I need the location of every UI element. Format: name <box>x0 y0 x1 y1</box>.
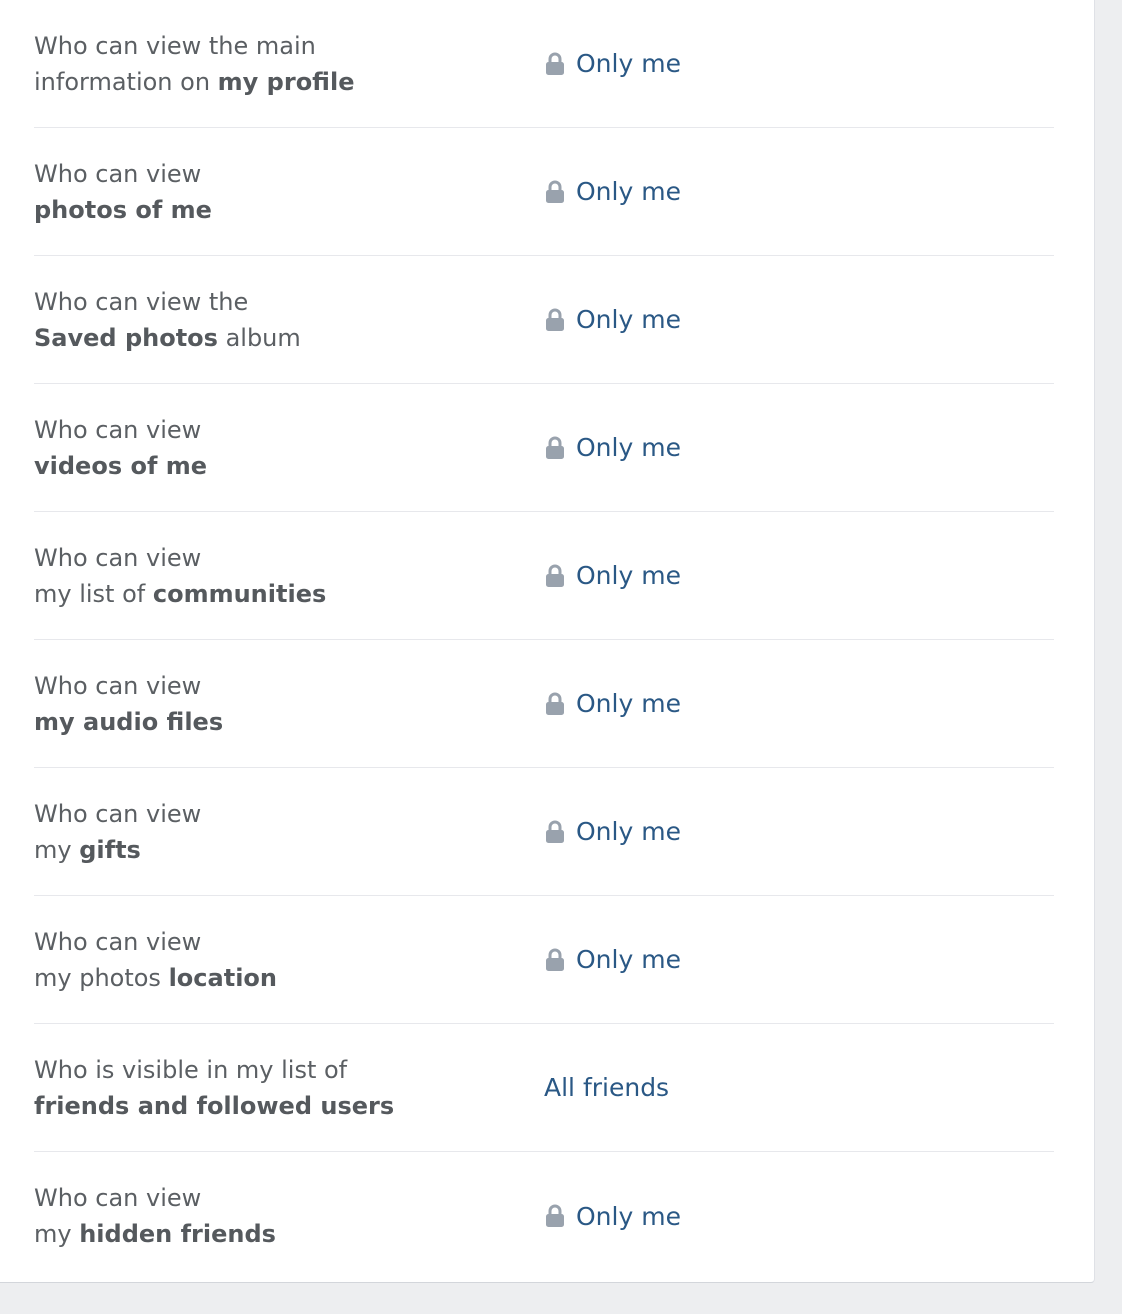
setting-label: Who can view the main information on my … <box>34 28 494 100</box>
setting-label-line2: my photos location <box>34 960 494 996</box>
privacy-value: Only me <box>576 1201 681 1231</box>
setting-row-main-info: Who can view the main information on my … <box>34 0 1054 128</box>
setting-row-audio-files: Who can view my audio files Only me <box>34 640 1054 768</box>
lock-icon <box>546 180 564 203</box>
setting-label: Who can view my photos location <box>34 924 494 996</box>
lock-icon <box>546 948 564 971</box>
setting-row-photos-of-me: Who can view photos of me Only me <box>34 128 1054 256</box>
setting-label-line1: Who can view the main <box>34 31 316 60</box>
setting-label: Who can view photos of me <box>34 156 494 228</box>
privacy-settings-panel: Who can view the main information on my … <box>0 0 1095 1283</box>
setting-label-line2: my audio files <box>34 704 494 740</box>
privacy-value: Only me <box>576 689 681 718</box>
setting-label-text: my photos <box>34 963 169 992</box>
setting-label-emphasis: friends and followed users <box>34 1091 395 1120</box>
setting-label-emphasis: my profile <box>217 67 355 96</box>
setting-label-suffix: album <box>217 323 301 352</box>
setting-row-hidden-friends: Who can view my hidden friends Only me <box>34 1152 1054 1280</box>
setting-label-line1: Who can view the <box>34 287 249 316</box>
lock-icon <box>546 1204 564 1227</box>
setting-label-line1: Who can view <box>34 159 202 188</box>
lock-icon <box>546 308 564 331</box>
setting-label-text: my <box>34 1220 80 1248</box>
privacy-dropdown-photos-location[interactable]: Only me <box>544 940 681 980</box>
lock-icon <box>546 820 564 843</box>
setting-label-line1: Who can view <box>34 415 202 444</box>
setting-label-line1: Who can view <box>34 799 202 828</box>
setting-label-line2: information on my profile <box>34 64 494 100</box>
setting-label: Who can view the Saved photos album <box>34 284 494 356</box>
setting-label-text: my <box>34 835 80 864</box>
setting-label-line2: my gifts <box>34 832 494 868</box>
privacy-settings-list: Who can view the main information on my … <box>34 0 1054 1280</box>
setting-label-line2: Saved photos album <box>34 320 494 356</box>
setting-label-line1: Who can view <box>34 671 202 700</box>
setting-label-line2: my list of communities <box>34 576 494 612</box>
privacy-dropdown-friends-list[interactable]: All friends <box>544 1068 669 1108</box>
setting-label-line1: Who can view <box>34 543 202 572</box>
lock-icon <box>546 436 564 459</box>
privacy-dropdown-photos-of-me[interactable]: Only me <box>544 172 681 212</box>
setting-label: Who can view my hidden friends <box>34 1180 494 1252</box>
setting-label-emphasis: my audio files <box>34 707 224 736</box>
setting-label-emphasis: hidden friends <box>79 1220 276 1248</box>
privacy-dropdown-communities[interactable]: Only me <box>544 556 681 596</box>
privacy-value: Only me <box>576 945 681 974</box>
privacy-dropdown-main-info[interactable]: Only me <box>544 44 681 84</box>
setting-label: Who can view videos of me <box>34 412 494 484</box>
lock-icon <box>546 692 564 715</box>
setting-label-line2: photos of me <box>34 192 494 228</box>
setting-label-line1: Who can view <box>34 1184 202 1212</box>
privacy-dropdown-hidden-friends[interactable]: Only me <box>544 1196 681 1236</box>
lock-icon <box>546 564 564 587</box>
privacy-value: Only me <box>576 177 681 206</box>
setting-label-emphasis: location <box>168 963 277 992</box>
setting-label: Who can view my audio files <box>34 668 494 740</box>
setting-label-line2: videos of me <box>34 448 494 484</box>
lock-icon <box>546 52 564 75</box>
privacy-value: Only me <box>576 817 681 846</box>
setting-label-line1: Who can view <box>34 927 202 956</box>
setting-label-line2: my hidden friends <box>34 1216 494 1252</box>
privacy-value: All friends <box>544 1073 670 1102</box>
setting-label-text: information on <box>34 67 218 96</box>
privacy-value: Only me <box>576 433 681 462</box>
setting-label-emphasis: videos of me <box>34 451 208 480</box>
setting-row-gifts: Who can view my gifts Only me <box>34 768 1054 896</box>
setting-label: Who can view my gifts <box>34 796 494 868</box>
setting-row-saved-photos: Who can view the Saved photos album Only… <box>34 256 1054 384</box>
setting-label-emphasis: Saved photos <box>34 323 218 352</box>
privacy-dropdown-saved-photos[interactable]: Only me <box>544 300 681 340</box>
privacy-dropdown-videos-of-me[interactable]: Only me <box>544 428 681 468</box>
setting-label-line2: friends and followed users <box>34 1088 494 1124</box>
setting-row-photos-location: Who can view my photos location Only me <box>34 896 1054 1024</box>
setting-label-emphasis: gifts <box>79 835 141 864</box>
privacy-value: Only me <box>576 305 681 334</box>
setting-label-emphasis: communities <box>152 579 327 608</box>
setting-row-communities: Who can view my list of communities Only… <box>34 512 1054 640</box>
setting-row-videos-of-me: Who can view videos of me Only me <box>34 384 1054 512</box>
setting-label-text: my list of <box>34 579 153 608</box>
privacy-value: Only me <box>576 561 681 590</box>
setting-label: Who is visible in my list of friends and… <box>34 1052 494 1124</box>
privacy-value: Only me <box>576 49 681 78</box>
setting-label-emphasis: photos of me <box>34 195 212 224</box>
privacy-dropdown-audio-files[interactable]: Only me <box>544 684 681 724</box>
privacy-dropdown-gifts[interactable]: Only me <box>544 812 681 852</box>
setting-label-line1: Who is visible in my list of <box>34 1055 348 1084</box>
setting-label: Who can view my list of communities <box>34 540 494 612</box>
setting-row-friends-list: Who is visible in my list of friends and… <box>34 1024 1054 1152</box>
